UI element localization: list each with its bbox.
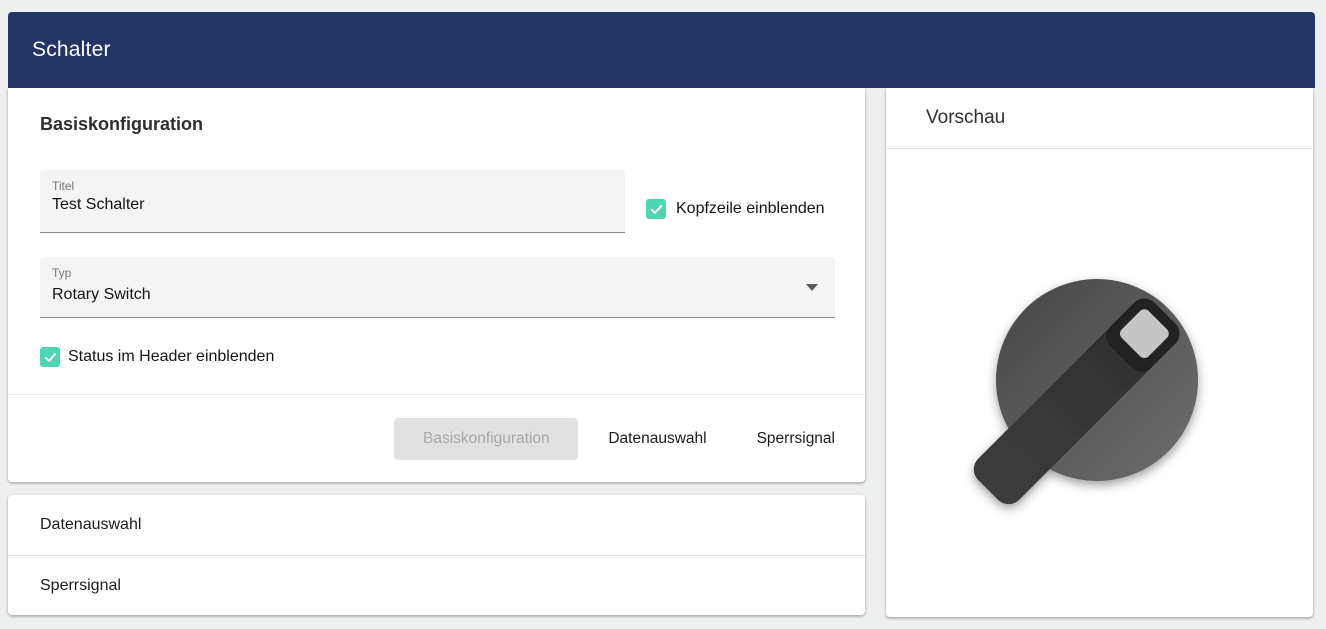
titel-field[interactable]: Titel xyxy=(40,170,625,233)
typ-select-value: Rotary Switch xyxy=(52,286,787,304)
accordion-card: Datenauswahl Sperrsignal xyxy=(8,495,865,615)
chevron-down-icon xyxy=(806,284,818,291)
datenauswahl-tab-button[interactable]: Datenauswahl xyxy=(608,422,706,456)
titel-input[interactable] xyxy=(52,196,577,214)
accordion-item-label: Sperrsignal xyxy=(40,577,121,595)
vorschau-card: Vorschau xyxy=(886,88,1313,617)
typ-select[interactable]: Typ Rotary Switch xyxy=(40,257,835,318)
typ-select-label: Typ xyxy=(52,266,71,280)
accordion-item-datenauswahl[interactable]: Datenauswahl xyxy=(8,495,865,555)
basiskonfiguration-card: Basiskonfiguration Titel Kopfzeile einbl… xyxy=(8,88,865,482)
vorschau-title: Vorschau xyxy=(886,107,1005,129)
status-header-checkbox-label: Status im Header einblenden xyxy=(68,347,274,367)
basiskonfiguration-tab-button[interactable]: Basiskonfiguration xyxy=(394,418,578,460)
accordion-item-sperrsignal[interactable]: Sperrsignal xyxy=(8,556,865,616)
page-title: Schalter xyxy=(8,38,111,62)
app-header: Schalter xyxy=(8,12,1315,88)
kopfzeile-checkbox[interactable] xyxy=(646,199,666,219)
rotary-switch-knob[interactable] xyxy=(886,149,1313,617)
kopfzeile-checkbox-label: Kopfzeile einblenden xyxy=(676,199,825,219)
accordion-item-label: Datenauswahl xyxy=(40,516,141,534)
checkmark-icon xyxy=(649,202,664,217)
basiskonfiguration-title: Basiskonfiguration xyxy=(40,114,203,135)
checkmark-icon xyxy=(43,350,58,365)
sperrsignal-tab-button[interactable]: Sperrsignal xyxy=(757,422,835,456)
vorschau-body xyxy=(886,149,1313,617)
titel-field-label: Titel xyxy=(52,179,74,193)
vorschau-header: Vorschau xyxy=(886,88,1313,148)
card-footer: Basiskonfiguration Datenauswahl Sperrsig… xyxy=(8,395,835,482)
status-header-checkbox[interactable] xyxy=(40,347,60,367)
